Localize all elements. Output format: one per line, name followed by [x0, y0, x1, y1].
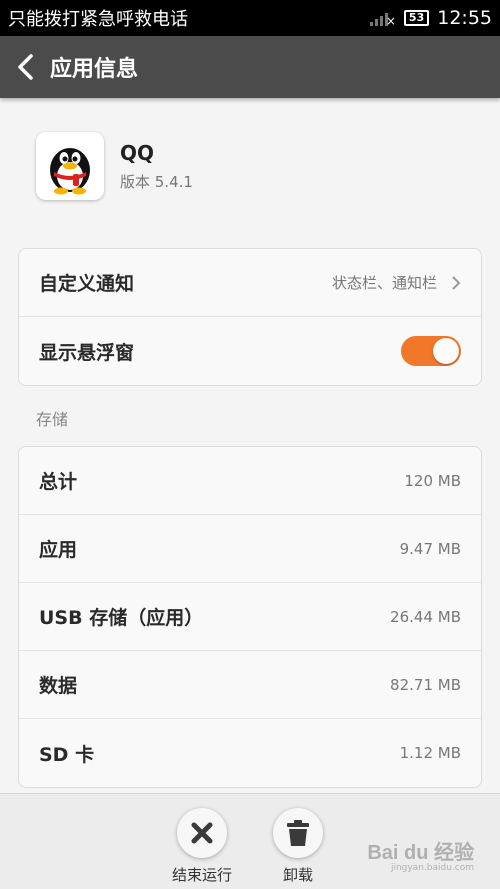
page-title: 应用信息: [50, 57, 139, 82]
uninstall-label: 卸载: [282, 866, 313, 884]
storage-row-data: 数据 82.71 MB: [19, 651, 481, 719]
custom-notification-row[interactable]: 自定义通知 状态栏、通知栏: [19, 249, 481, 317]
settings-card: 自定义通知 状态栏、通知栏 显示悬浮窗: [18, 248, 482, 386]
watermark-logo: Bai du 经验: [367, 842, 474, 864]
status-text: 只能拨打紧急呼救电话: [8, 9, 188, 30]
storage-label: 应用: [39, 539, 78, 561]
trash-icon: [273, 808, 323, 858]
clock: 12:55: [437, 7, 492, 29]
action-bar: 应用信息: [0, 36, 500, 98]
storage-value: 120 MB: [404, 471, 461, 490]
force-stop-label: 结束运行: [171, 866, 232, 884]
floating-window-row: 显示悬浮窗: [19, 317, 481, 385]
storage-section-label: 存储: [36, 410, 69, 429]
storage-label: 总计: [39, 471, 78, 493]
floating-window-label: 显示悬浮窗: [39, 341, 135, 364]
back-button[interactable]: [0, 36, 50, 98]
storage-label: SD 卡: [39, 743, 95, 766]
storage-row-sd: SD 卡 1.12 MB: [19, 719, 481, 787]
watermark-url: jingyan.baidu.com: [390, 863, 474, 873]
storage-row-total: 总计 120 MB: [19, 447, 481, 515]
storage-value: 1.12 MB: [399, 744, 461, 762]
custom-notification-label: 自定义通知: [39, 273, 135, 295]
storage-value: 9.47 MB: [399, 539, 461, 558]
chevron-right-icon: [451, 275, 461, 291]
storage-label: 数据: [39, 675, 78, 697]
status-bar: 只能拨打紧急呼救电话 × 53 12:55: [0, 0, 500, 36]
storage-card: 总计 120 MB 应用 9.47 MB USB 存储（应用） 26.44 MB…: [18, 446, 482, 788]
storage-value: 26.44 MB: [390, 607, 461, 626]
watermark: Bai du 经验 jingyan.baidu.com: [367, 836, 474, 873]
battery-icon: 53: [403, 10, 430, 26]
app-header: QQ 版本 5.4.1: [36, 132, 193, 200]
chevron-left-icon: [18, 54, 33, 80]
floating-window-toggle[interactable]: [401, 336, 461, 366]
qq-penguin-icon: [36, 132, 104, 200]
custom-notification-value: 状态栏、通知栏: [331, 274, 437, 292]
storage-row-usb: USB 存储（应用） 26.44 MB: [19, 583, 481, 651]
storage-label: USB 存储（应用）: [39, 607, 204, 629]
signal-icon: ×: [369, 10, 396, 27]
force-stop-button[interactable]: 结束运行: [168, 808, 236, 889]
storage-value: 82.71 MB: [390, 675, 461, 694]
app-name: QQ: [120, 140, 155, 165]
close-icon: [177, 808, 227, 858]
app-version: 版本 5.4.1: [120, 172, 193, 191]
uninstall-button[interactable]: 卸载: [264, 808, 332, 889]
storage-row-app: 应用 9.47 MB: [19, 515, 481, 583]
